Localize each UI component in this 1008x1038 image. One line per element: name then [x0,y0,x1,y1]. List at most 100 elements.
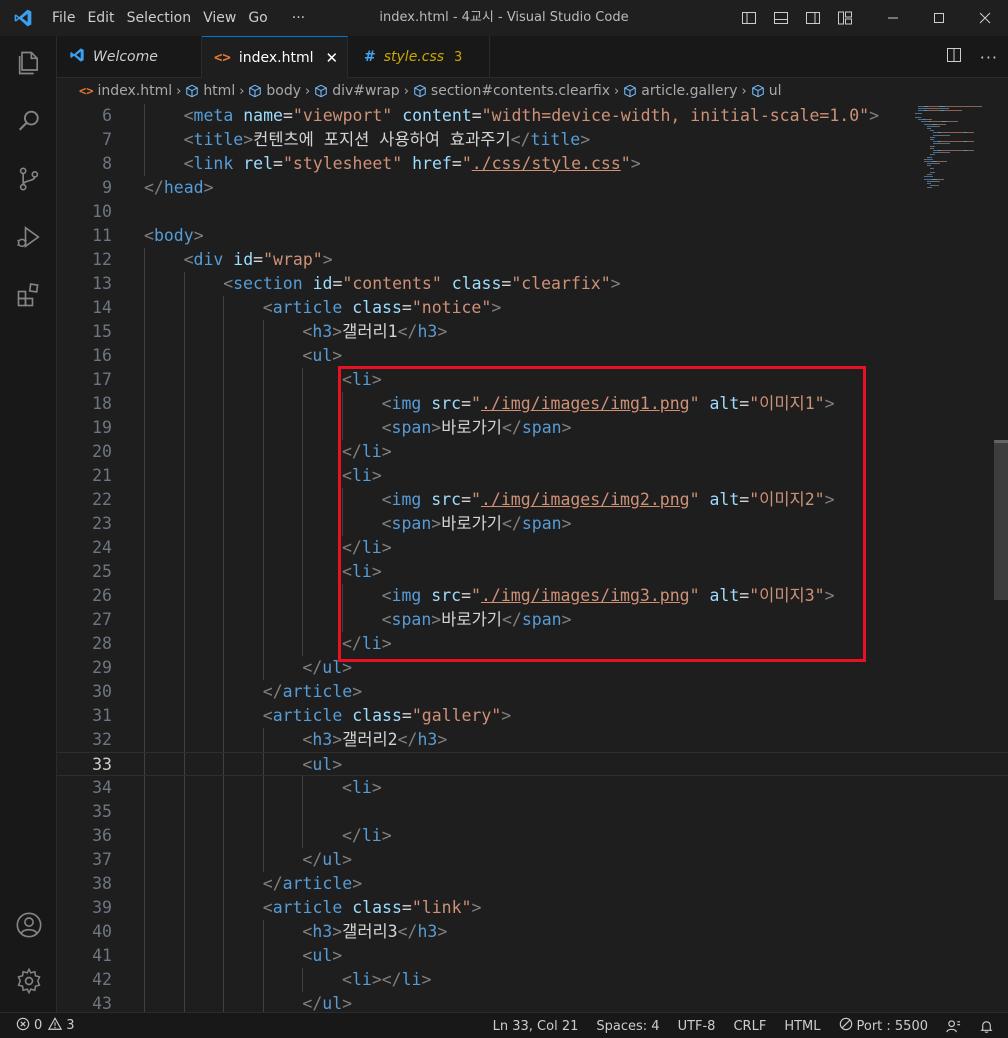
minimize-icon[interactable] [870,0,916,36]
minimap-stroke [934,172,935,173]
code-line[interactable]: 15 <h3>갤러리1</h3> [57,320,1008,344]
code-line[interactable]: 11 <body> [57,224,1008,248]
code-line[interactable]: 13 <section id="contents" class="clearfix… [57,272,1008,296]
code-line[interactable]: 10 [57,200,1008,224]
encoding[interactable]: UTF-8 [669,1019,725,1034]
code-line[interactable]: 31 <article class="gallery"> [57,704,1008,728]
menu-edit[interactable]: Edit [81,0,120,36]
code-line[interactable]: 37 </ul> [57,848,1008,872]
menu-file[interactable]: File [46,0,81,36]
line-number: 27 [92,610,112,629]
minimap-stroke [961,110,962,112]
minimap-stroke [934,145,935,147]
end-of-line[interactable]: CRLF [724,1019,775,1034]
code-line[interactable]: 30 </article> [57,680,1008,704]
toggle-secondary-sidebar-icon[interactable] [800,5,826,31]
indentation[interactable]: Spaces: 4 [587,1019,668,1034]
minimap-stroke [928,110,939,112]
breadcrumb-item-body[interactable]: body [248,83,301,99]
minimap-stroke [931,187,932,189]
tab-style-css[interactable]: # style.css 3 [348,36,490,78]
code-text: </li> [342,826,392,845]
element-cube-icon [413,84,427,98]
breadcrumb-item-html[interactable]: html [185,83,235,99]
code-line[interactable]: 40 <h3>갤러리3</h3> [57,920,1008,944]
minimap-stroke [945,123,946,125]
code-text: <article class="link"> [262,898,482,917]
minimap-stroke [931,174,932,176]
vertical-scrollbar[interactable] [994,104,1008,1012]
manage-gear-icon[interactable] [0,956,57,1006]
split-editor-icon[interactable] [946,47,962,67]
code-line[interactable]: 9 </head> [57,176,1008,200]
toggle-panel-icon[interactable] [768,5,794,31]
minimap-stroke [946,161,947,162]
cursor-position[interactable]: Ln 33, Col 21 [484,1019,588,1034]
breadcrumb-item-div-wrap[interactable]: div#wrap [314,83,400,99]
tab-index-html[interactable]: <> index.html ✕ [202,36,348,78]
code-line[interactable]: 42 <li></li> [57,968,1008,992]
scrollbar-thumb[interactable] [994,440,1008,600]
minimap-stroke [973,141,974,143]
minimap-stroke [930,128,931,129]
vscode-logo-icon [0,0,46,36]
breadcrumb-label: html [203,83,236,99]
breadcrumb-item-ul[interactable]: ul [751,83,781,99]
menu-bar: File Edit Selection View Go ··· [46,0,311,36]
code-text: <article class="gallery"> [262,706,512,725]
code-line[interactable]: 43 </ul> [57,992,1008,1012]
accounts-icon[interactable] [0,900,57,950]
minimap-stroke [933,139,934,140]
code-line[interactable]: 35 [57,800,1008,824]
code-text: <article class="notice"> [262,298,502,317]
extensions-icon[interactable] [0,270,57,320]
code-line[interactable]: 38 </article> [57,872,1008,896]
more-actions-icon[interactable]: ··· [980,48,998,67]
menu-selection[interactable]: Selection [121,0,198,36]
code-line[interactable]: 41 <ul> [57,944,1008,968]
line-number: 9 [102,178,112,197]
language-mode[interactable]: HTML [775,1019,829,1034]
feedback-icon[interactable] [937,1019,970,1034]
menu-more[interactable]: ··· [274,0,311,36]
chevron-right-icon: › [614,83,620,99]
live-server-port[interactable]: Port : 5500 [830,1017,938,1035]
tab-welcome-label: Welcome [93,49,158,65]
breadcrumb-item-article[interactable]: article.gallery [623,83,738,99]
line-number: 14 [92,298,112,317]
code-line[interactable]: 16 <ul> [57,344,1008,368]
line-number: 31 [92,706,112,725]
code-line[interactable]: 8 <link rel="stylesheet" href="./css/styl… [57,152,1008,176]
code-line[interactable]: 33 <ul> [57,752,1008,776]
code-line[interactable]: 39 <article class="link"> [57,896,1008,920]
code-line[interactable]: 6 <meta name="viewport" content="width=de… [57,104,1008,128]
maximize-icon[interactable] [916,0,962,36]
code-text: </head> [144,178,214,197]
line-number: 32 [92,730,112,749]
source-control-icon[interactable] [0,154,57,204]
code-line[interactable]: 7 <title>컨텐츠에 포지션 사용하여 효과주기</title> [57,128,1008,152]
breadcrumb-item-file[interactable]: <> index.html [79,83,172,99]
notifications-bell-icon[interactable] [970,1019,1008,1034]
tab-welcome[interactable]: Welcome [57,36,202,78]
code-line[interactable]: 36 </li> [57,824,1008,848]
code-line[interactable]: 14 <article class="notice"> [57,296,1008,320]
explorer-icon[interactable] [0,38,57,88]
code-editor[interactable]: 6 <meta name="viewport" content="width=de… [57,104,1008,1012]
customize-layout-icon[interactable] [832,5,858,31]
close-window-icon[interactable] [962,0,1008,36]
search-icon[interactable] [0,96,57,146]
close-icon[interactable]: ✕ [326,49,339,67]
line-number: 18 [92,394,112,413]
toggle-primary-sidebar-icon[interactable] [736,5,762,31]
breadcrumb-item-section[interactable]: section#contents.clearfix [413,83,610,99]
run-debug-icon[interactable] [0,212,57,262]
minimap-stroke [946,106,981,107]
minimap[interactable] [905,104,995,1012]
code-line[interactable]: 32 <h3>갤러리2</h3> [57,728,1008,752]
menu-go[interactable]: Go [242,0,273,36]
problems-status[interactable]: 0 3 [0,1016,75,1035]
code-line[interactable]: 12 <div id="wrap"> [57,248,1008,272]
menu-view[interactable]: View [197,0,242,36]
code-line[interactable]: 34 <li> [57,776,1008,800]
